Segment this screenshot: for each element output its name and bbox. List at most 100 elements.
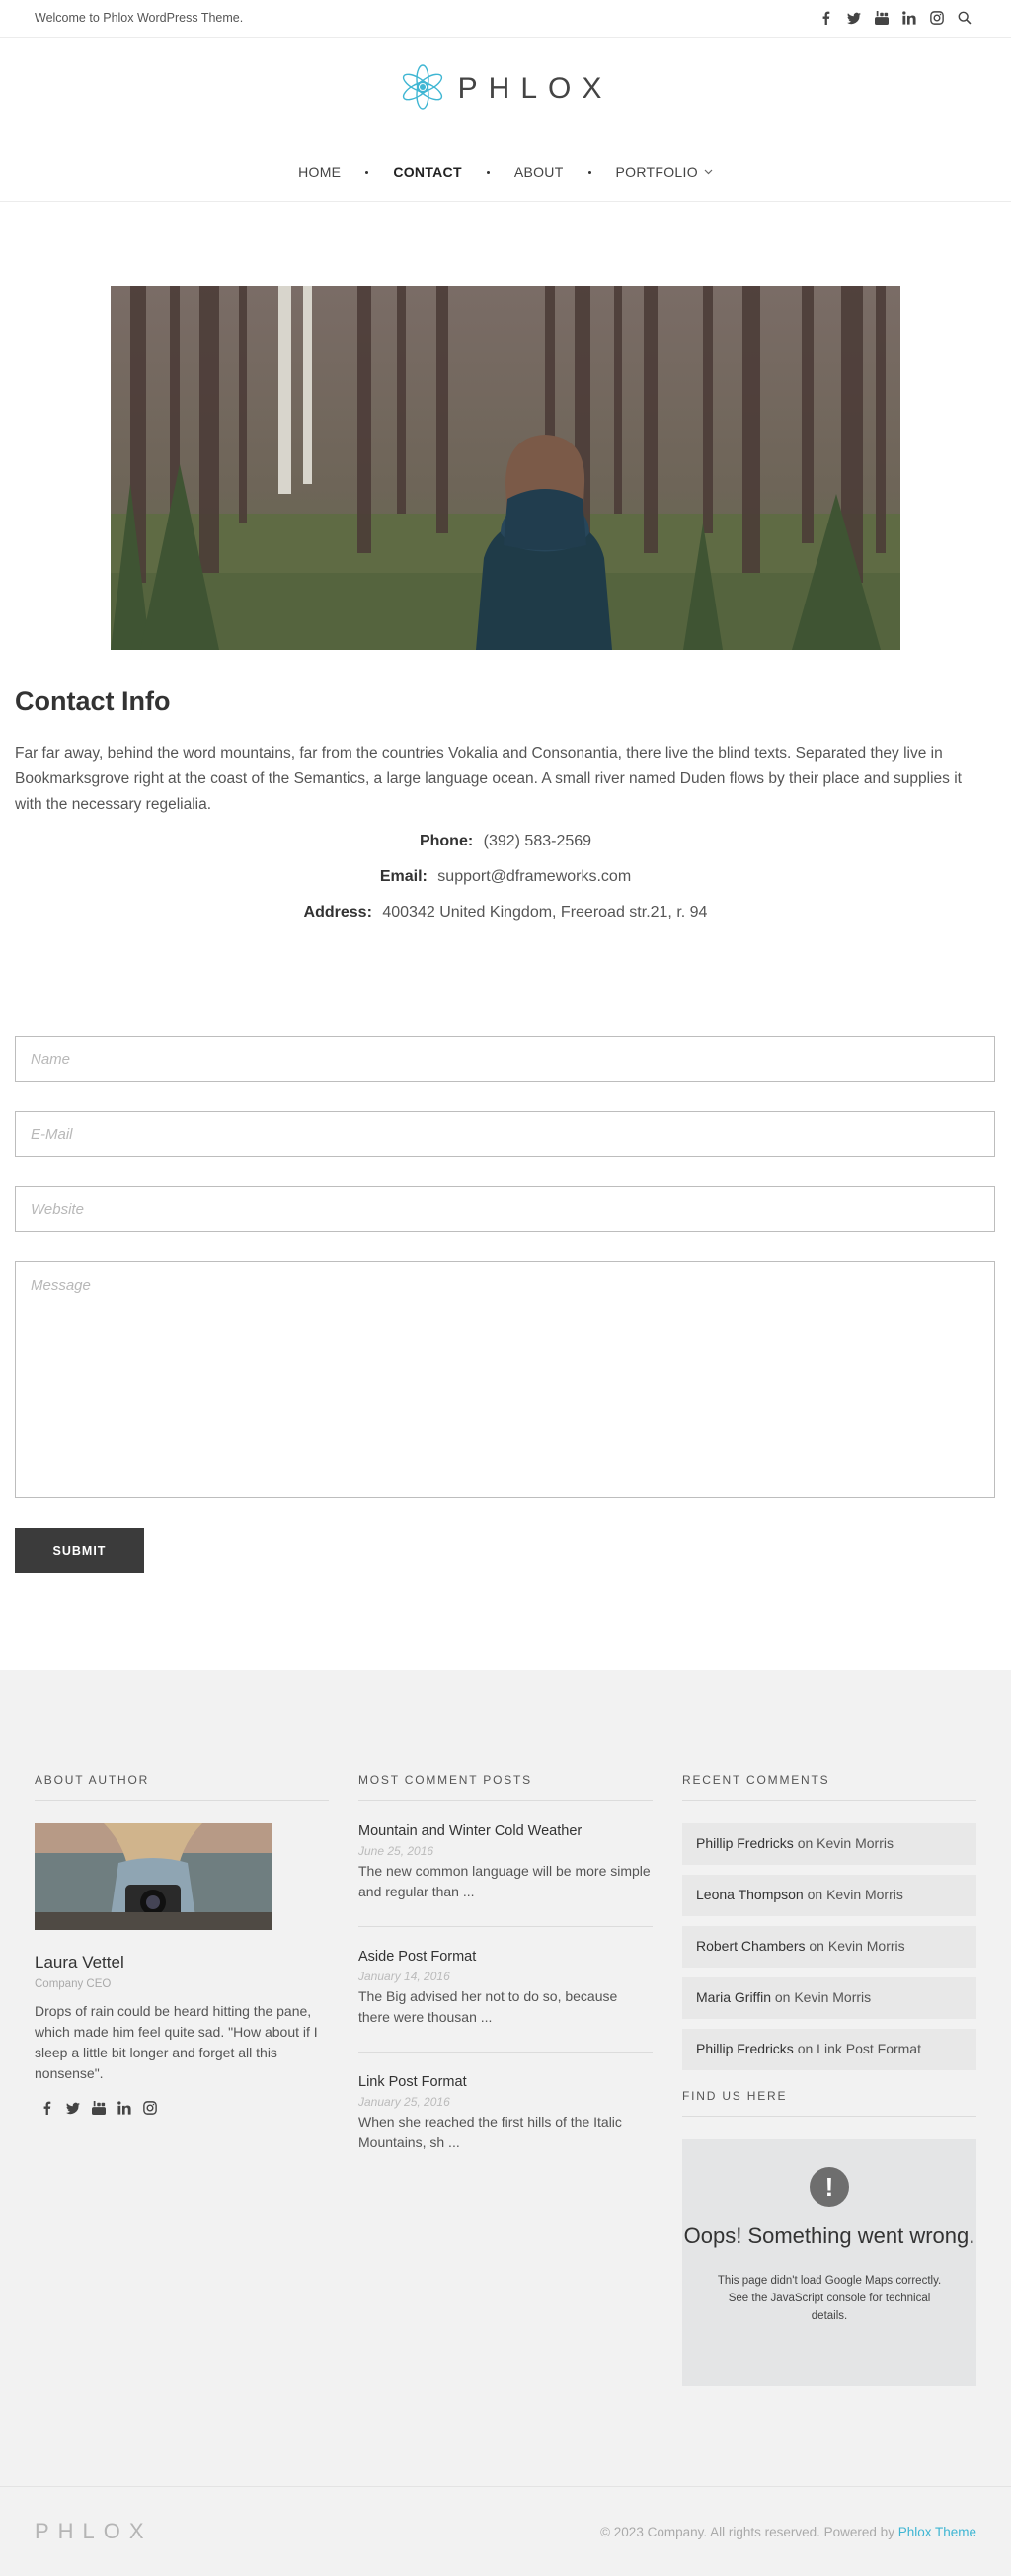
social-icons <box>818 8 972 28</box>
name-input[interactable] <box>15 1036 995 1082</box>
comment-on: on <box>797 1835 814 1851</box>
chevron-down-icon <box>704 169 713 175</box>
post-divider <box>358 1926 653 1927</box>
email-value[interactable]: support@dframeworks.com <box>437 868 631 885</box>
comment-item: Maria Griffin on Kevin Morris <box>682 1977 976 2019</box>
address-label: Address: <box>303 904 372 921</box>
address-value: 400342 United Kingdom, Freeroad str.21, … <box>382 904 708 921</box>
footer-logo[interactable]: PHLOX <box>35 2519 153 2544</box>
post-date: January 25, 2016 <box>358 2095 450 2109</box>
website-input[interactable] <box>15 1186 995 1232</box>
comment-on: on <box>809 1938 824 1954</box>
post-title[interactable]: Aside Post Format <box>358 1949 653 1965</box>
instagram-icon[interactable] <box>142 2098 157 2118</box>
find-us-title: FIND US HERE <box>682 2089 788 2103</box>
submit-button[interactable]: SUBMIT <box>15 1528 144 1573</box>
main-nav: HOME CONTACT ABOUT PORTFOLIO <box>0 159 1011 185</box>
search-icon[interactable] <box>957 8 972 28</box>
map-error-title: Oops! Something went wrong. <box>683 2223 975 2248</box>
post-item: Mountain and Winter Cold Weather June 25… <box>358 1823 653 1902</box>
copyright-text: © 2023 Company. All rights reserved. Pow… <box>600 2525 894 2539</box>
post-excerpt: The new common language will be more sim… <box>358 1863 651 1899</box>
nav-label: CONTACT <box>393 164 462 180</box>
hero-forest-image <box>111 286 900 650</box>
comment-post[interactable]: Kevin Morris <box>826 1887 903 1902</box>
contact-address: Address: 400342 United Kingdom, Freeroad… <box>0 904 1011 922</box>
author-bio: Drops of rain could be heard hitting the… <box>35 2003 318 2081</box>
linkedin-icon[interactable] <box>901 8 916 28</box>
email-label: Email: <box>379 868 428 885</box>
nav-label: HOME <box>298 164 342 180</box>
nav-label: ABOUT <box>513 164 564 180</box>
youtube-icon[interactable] <box>91 2098 106 2118</box>
about-author-title: ABOUT AUTHOR <box>35 1773 150 1787</box>
facebook-icon[interactable] <box>818 8 833 28</box>
copyright: © 2023 Company. All rights reserved. Pow… <box>600 2525 976 2539</box>
widget-divider <box>35 1800 329 1801</box>
map-error-body: This page didn't load Google Maps correc… <box>717 2275 942 2322</box>
comment-author[interactable]: Leona Thompson <box>696 1887 804 1902</box>
youtube-icon[interactable] <box>874 8 889 28</box>
post-date: June 25, 2016 <box>358 1844 434 1858</box>
contact-phone: Phone: (392) 583-2569 <box>0 833 1011 850</box>
nav-item-home[interactable]: HOME <box>298 164 341 180</box>
theme-link[interactable]: Phlox Theme <box>898 2525 976 2539</box>
comment-author[interactable]: Phillip Fredricks <box>696 1835 794 1851</box>
author-photo <box>35 1823 272 1930</box>
post-divider <box>358 2052 653 2053</box>
post-excerpt: The Big advised her not to do so, becaus… <box>358 1988 618 2025</box>
comment-author[interactable]: Robert Chambers <box>696 1938 806 1954</box>
phone-value: (392) 583-2569 <box>483 833 592 849</box>
comment-item: Robert Chambers on Kevin Morris <box>682 1926 976 1968</box>
comment-author[interactable]: Phillip Fredricks <box>696 2041 794 2056</box>
post-item: Aside Post Format January 14, 2016 The B… <box>358 1949 653 2028</box>
comment-item: Phillip Fredricks on Kevin Morris <box>682 1823 976 1865</box>
linkedin-icon[interactable] <box>117 2098 131 2118</box>
post-title[interactable]: Link Post Format <box>358 2074 653 2090</box>
instagram-icon[interactable] <box>929 8 944 28</box>
post-excerpt: When she reached the first hills of the … <box>358 2114 622 2150</box>
comment-item: Leona Thompson on Kevin Morris <box>682 1875 976 1916</box>
contact-title: Contact Info <box>15 686 171 716</box>
email-input[interactable] <box>15 1111 995 1157</box>
twitter-icon[interactable] <box>846 8 861 28</box>
comment-post[interactable]: Kevin Morris <box>817 1835 894 1851</box>
header-divider <box>0 201 1011 202</box>
logo-flower-icon <box>399 63 446 116</box>
nav-item-portfolio[interactable]: PORTFOLIO <box>616 164 713 180</box>
comment-item: Phillip Fredricks on Link Post Format <box>682 2029 976 2070</box>
nav-separator <box>486 170 490 174</box>
comment-on: on <box>774 1989 791 2005</box>
comment-post[interactable]: Kevin Morris <box>828 1938 905 1954</box>
recent-comments-title: RECENT COMMENTS <box>682 1773 830 1787</box>
phone-label: Phone: <box>419 833 474 849</box>
post-title[interactable]: Mountain and Winter Cold Weather <box>358 1823 653 1839</box>
contact-email: Email: support@dframeworks.com <box>0 868 1011 886</box>
comment-author[interactable]: Maria Griffin <box>696 1989 771 2005</box>
map-embed: ! Oops! Something went wrong. This page … <box>682 2139 976 2386</box>
nav-item-about[interactable]: ABOUT <box>514 164 564 180</box>
author-social-icons <box>39 2098 157 2118</box>
logo-text: PHLOX <box>457 72 613 105</box>
warning-icon: ! <box>810 2167 849 2207</box>
site-logo[interactable]: PHLOX <box>0 59 1011 119</box>
comment-post[interactable]: Kevin Morris <box>794 1989 871 2005</box>
comment-post[interactable]: Link Post Format <box>817 2041 921 2056</box>
most-comment-posts-title: MOST COMMENT POSTS <box>358 1773 532 1787</box>
contact-description: Far far away, behind the word mountains,… <box>15 745 962 813</box>
nav-label: PORTFOLIO <box>615 164 698 180</box>
top-bar: Welcome to Phlox WordPress Theme. <box>0 0 1011 38</box>
bottom-bar: PHLOX © 2023 Company. All rights reserve… <box>0 2486 1011 2576</box>
nav-separator <box>587 170 591 174</box>
facebook-icon[interactable] <box>39 2098 54 2118</box>
widget-divider <box>682 2116 976 2117</box>
author-name: Laura Vettel <box>35 1953 124 1972</box>
comment-on: on <box>797 2041 814 2056</box>
comment-on: on <box>807 1887 823 1902</box>
twitter-icon[interactable] <box>65 2098 80 2118</box>
widget-divider <box>358 1800 653 1801</box>
message-textarea[interactable] <box>15 1261 995 1498</box>
post-date: January 14, 2016 <box>358 1970 450 1983</box>
welcome-text: Welcome to Phlox WordPress Theme. <box>35 11 244 25</box>
nav-item-contact[interactable]: CONTACT <box>393 164 462 180</box>
